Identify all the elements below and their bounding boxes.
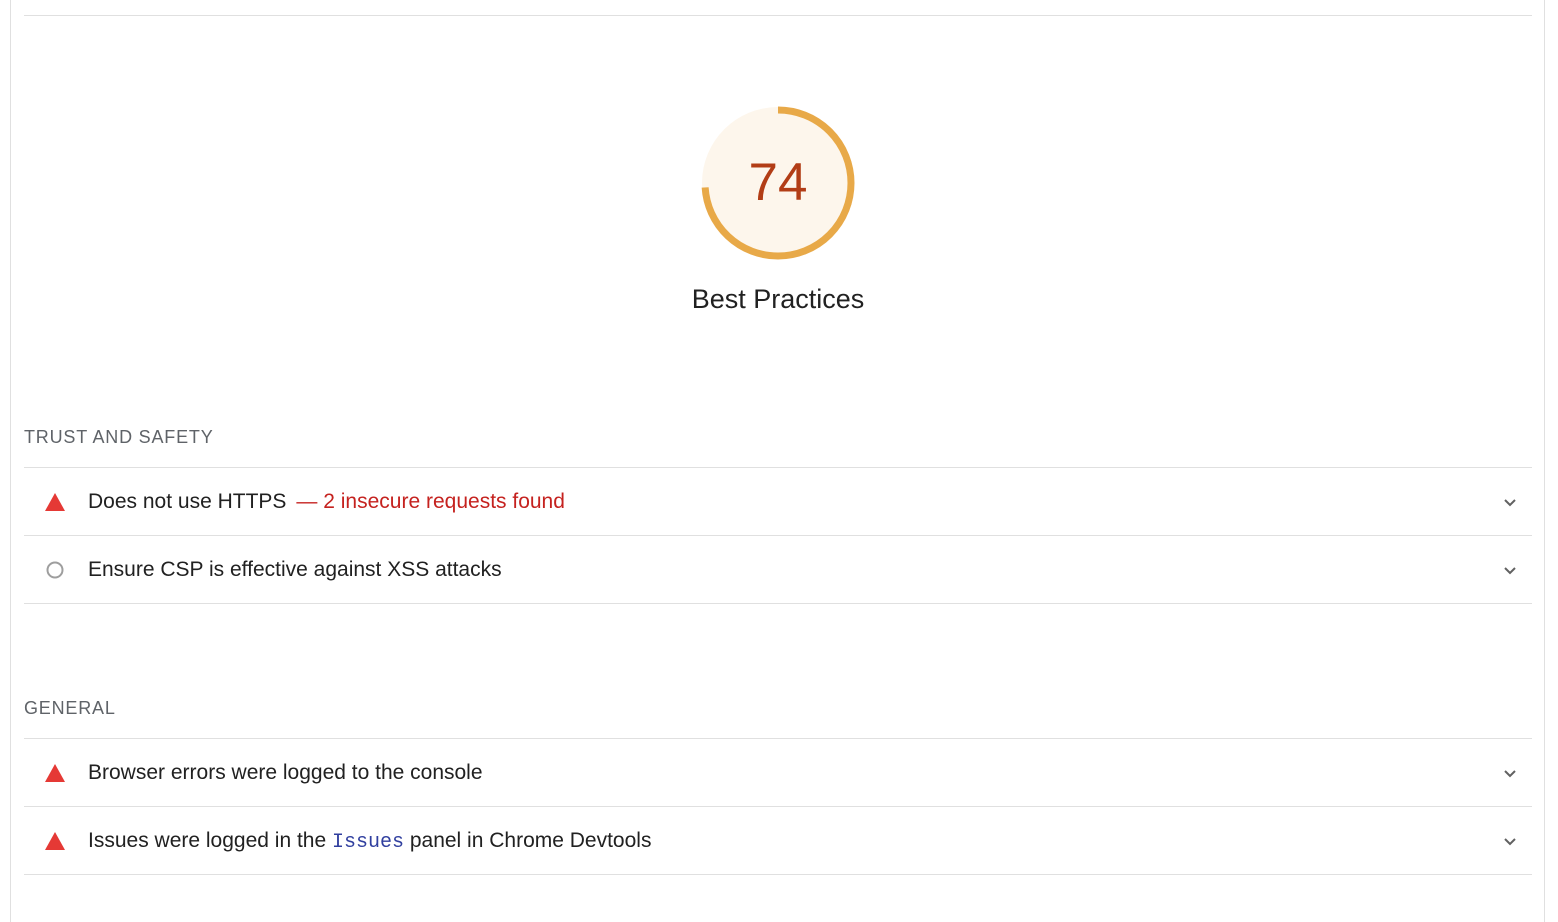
audit-title-text: Does not use HTTPS [88, 490, 287, 513]
audit-display-value: — 2 insecure requests found [296, 490, 565, 513]
chevron-down-icon[interactable] [1500, 831, 1520, 851]
audit-csp-xss[interactable]: Ensure CSP is effective against XSS atta… [24, 536, 1532, 604]
warning-triangle-icon [45, 764, 65, 782]
score-gauge[interactable]: 74 [699, 104, 857, 262]
warning-triangle-icon [45, 493, 65, 511]
chevron-down-icon[interactable] [1500, 560, 1520, 580]
group-title-general: GENERAL [24, 698, 116, 718]
audit-list-trust-and-safety: Does not use HTTPS — 2 insecure requests … [24, 467, 1532, 604]
audit-title: Browser errors were logged to the consol… [88, 761, 483, 784]
audit-console-errors[interactable]: Browser errors were logged to the consol… [24, 739, 1532, 807]
group-title-trust-and-safety: TRUST AND SAFETY [24, 427, 214, 447]
chevron-down-icon[interactable] [1500, 492, 1520, 512]
warning-triangle-icon [45, 832, 65, 850]
top-divider [24, 15, 1532, 16]
chevron-down-icon[interactable] [1500, 763, 1520, 783]
audit-inspector-issues[interactable]: Issues were logged in the Issues panel i… [24, 807, 1532, 875]
circle-outline-icon [46, 561, 64, 579]
audit-title: Does not use HTTPS — 2 insecure requests … [88, 468, 565, 535]
audit-https[interactable]: Does not use HTTPS — 2 insecure requests … [24, 468, 1532, 536]
audit-title: Issues were logged in the Issues panel i… [88, 807, 651, 874]
gauge-score: 74 [748, 153, 808, 212]
audit-title-text-after: panel in Chrome Devtools [404, 829, 652, 852]
audit-title: Ensure CSP is effective against XSS atta… [88, 558, 502, 581]
audit-list-general: Browser errors were logged to the consol… [24, 738, 1532, 875]
audit-title-text-before: Issues were logged in the [88, 829, 332, 852]
audit-title-code: Issues [331, 831, 404, 854]
gauge-label: Best Practices [691, 284, 865, 314]
